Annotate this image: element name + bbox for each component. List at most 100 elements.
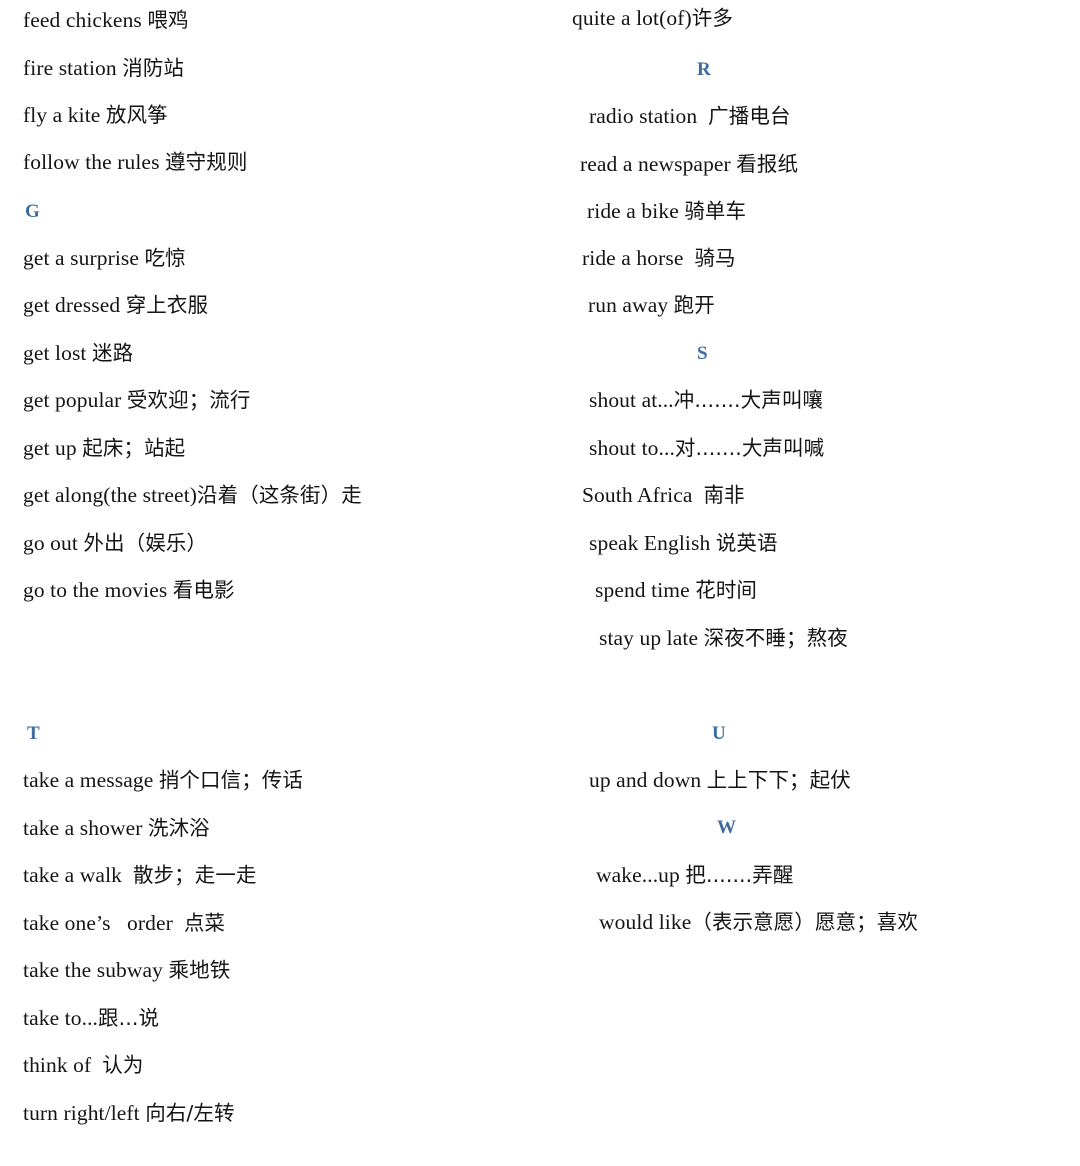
vocab-entry-fly-a-kite: fly a kite 放风筝 bbox=[23, 103, 168, 127]
entry-english: get dressed bbox=[23, 293, 126, 317]
entry-english: fire station bbox=[23, 56, 123, 80]
entry-english: wake...up bbox=[596, 863, 686, 887]
vocab-entry-get-dressed: get dressed 穿上衣服 bbox=[23, 293, 209, 317]
vocab-entry-follow-the-rules: follow the rules 遵守规则 bbox=[23, 150, 248, 174]
vocab-entry-shout-at: shout at...冲.......大声叫嚷 bbox=[589, 388, 824, 412]
entry-english: shout at... bbox=[589, 388, 674, 412]
vocab-entry-take-a-shower: take a shower 洗沐浴 bbox=[23, 816, 210, 840]
entry-chinese: 说英语 bbox=[715, 531, 778, 555]
entry-english: up and down bbox=[589, 768, 707, 792]
entry-english: take a walk bbox=[23, 863, 133, 887]
entry-chinese: 广播电台 bbox=[708, 104, 791, 128]
vocab-entry-take-to: take to...跟...说 bbox=[23, 1006, 159, 1030]
entry-english: follow the rules bbox=[23, 150, 166, 174]
entry-chinese: 骑单车 bbox=[684, 199, 747, 223]
entry-chinese: 跑开 bbox=[673, 293, 715, 317]
entry-chinese: 沿着（这条街）走 bbox=[197, 483, 362, 507]
vocab-entry-feed-chickens: feed chickens 喂鸡 bbox=[23, 8, 189, 32]
entry-english: turn right/left bbox=[23, 1101, 146, 1125]
entry-chinese: 南非 bbox=[703, 483, 745, 507]
entry-chinese: 认为 bbox=[102, 1053, 144, 1077]
entry-english: spend time bbox=[595, 578, 696, 602]
vocab-entry-get-lost: get lost 迷路 bbox=[23, 341, 134, 365]
entry-chinese: 看报纸 bbox=[736, 152, 799, 176]
entry-english: get a surprise bbox=[23, 246, 145, 270]
entry-chinese: 散步；走一走 bbox=[132, 863, 257, 887]
entry-chinese: 对.......大声叫喊 bbox=[674, 436, 825, 460]
entry-chinese: 上上下下；起伏 bbox=[706, 768, 851, 792]
left-column: G T feed chickens 喂鸡 fire station 消防站 fly a… bbox=[0, 0, 540, 1166]
entry-english: radio station bbox=[589, 104, 709, 128]
entry-chinese: 起床；站起 bbox=[82, 436, 186, 460]
entry-english: get lost bbox=[23, 341, 92, 365]
entry-chinese: 喂鸡 bbox=[147, 8, 189, 32]
entry-chinese: 遵守规则 bbox=[165, 150, 248, 174]
section-letter-s: S bbox=[697, 343, 708, 364]
entry-english: think of bbox=[23, 1053, 103, 1077]
entry-chinese: 受欢迎；流行 bbox=[126, 388, 251, 412]
section-letter-t: T bbox=[27, 723, 40, 744]
vocab-entry-take-the-subway: take the subway 乘地铁 bbox=[23, 958, 231, 982]
entry-english: take a shower bbox=[23, 816, 148, 840]
vocab-entry-spend-time: spend time 花时间 bbox=[595, 578, 758, 602]
entry-english: get up bbox=[23, 436, 83, 460]
entry-chinese: 穿上衣服 bbox=[125, 293, 209, 317]
vocab-entry-turn-right-left: turn right/left 向右/左转 bbox=[23, 1101, 235, 1125]
vocab-entry-get-along: get along(the street)沿着（这条街）走 bbox=[23, 483, 362, 507]
vocab-entry-speak-english: speak English 说英语 bbox=[589, 531, 778, 555]
entry-chinese: 冲.......大声叫嚷 bbox=[673, 388, 824, 412]
entry-english: ride a bike bbox=[587, 199, 685, 223]
entry-chinese: 把.......弄醒 bbox=[685, 863, 794, 887]
vocab-entry-take-a-message: take a message 捎个口信；传话 bbox=[23, 769, 303, 792]
entry-chinese: 吃惊 bbox=[144, 246, 186, 270]
entry-chinese: 迷路 bbox=[91, 341, 134, 365]
entry-chinese: 骑马 bbox=[694, 246, 736, 270]
entry-chinese: 乘地铁 bbox=[168, 958, 231, 982]
vocab-entry-would-like: would like（表示意愿）愿意；喜欢 bbox=[599, 910, 918, 934]
entry-chinese: 向右/左转 bbox=[145, 1101, 235, 1125]
entry-chinese: 洗沐浴 bbox=[147, 816, 210, 840]
vocab-entry-up-and-down: up and down 上上下下；起伏 bbox=[589, 768, 851, 792]
entry-chinese: 消防站 bbox=[122, 56, 185, 80]
section-letter-g: G bbox=[25, 201, 41, 222]
entry-english: stay up late bbox=[599, 626, 704, 650]
entry-english: go out bbox=[23, 531, 84, 555]
vocab-entry-take-a-walk: take a walk 散步；走一走 bbox=[23, 863, 257, 887]
vocab-entry-quite-a-lot: quite a lot(of)许多 bbox=[572, 6, 733, 30]
vocab-entry-take-ones-order: take one’s order 点菜 bbox=[23, 911, 226, 935]
vocab-entry-run-away: run away 跑开 bbox=[588, 293, 715, 317]
document-page: G T feed chickens 喂鸡 fire station 消防站 fly a… bbox=[0, 0, 1080, 1166]
entry-english: feed chickens bbox=[23, 8, 148, 32]
entry-english: take to... bbox=[23, 1006, 99, 1030]
vocab-entry-think-of: think of 认为 bbox=[23, 1053, 144, 1077]
entry-chinese: 花时间 bbox=[695, 578, 758, 602]
entry-english: read a newspaper bbox=[580, 152, 737, 176]
entry-english: run away bbox=[588, 293, 674, 317]
entry-english: go to the movies bbox=[23, 578, 173, 602]
entry-english: take the subway bbox=[23, 958, 169, 982]
section-letter-w: W bbox=[717, 817, 737, 838]
vocab-entry-radio-station: radio station 广播电台 bbox=[589, 104, 791, 128]
vocab-entry-read-a-newspaper: read a newspaper 看报纸 bbox=[580, 152, 799, 176]
vocab-entry-south-africa: South Africa 南非 bbox=[582, 483, 745, 507]
entry-english: get popular bbox=[23, 388, 127, 412]
vocab-entry-go-to-the-movies: go to the movies 看电影 bbox=[23, 578, 235, 602]
entry-chinese: 许多 bbox=[691, 6, 733, 30]
entry-chinese: 放风筝 bbox=[105, 103, 168, 127]
entry-chinese: 点菜 bbox=[183, 911, 226, 935]
vocab-entry-get-up: get up 起床；站起 bbox=[23, 436, 186, 460]
right-column: R S U W quite a lot(of)许多 radio station 广播电台… bbox=[540, 0, 1080, 1166]
vocab-entry-ride-a-bike: ride a bike 骑单车 bbox=[587, 199, 747, 223]
vocab-entry-shout-to: shout to...对.......大声叫喊 bbox=[589, 436, 825, 460]
vocab-entry-wake-up: wake...up 把.......弄醒 bbox=[596, 863, 794, 887]
entry-english: quite a lot(of) bbox=[572, 6, 692, 30]
vocab-entry-get-popular: get popular 受欢迎；流行 bbox=[23, 388, 251, 412]
entry-chinese: 看电影 bbox=[172, 578, 235, 602]
entry-english: shout to... bbox=[589, 436, 675, 460]
entry-english: speak English bbox=[589, 531, 716, 555]
vocab-entry-ride-a-horse: ride a horse 骑马 bbox=[582, 246, 736, 270]
entry-chinese: 外出（娱乐） bbox=[83, 531, 208, 555]
vocab-entry-stay-up-late: stay up late 深夜不睡；熬夜 bbox=[599, 626, 848, 650]
vocab-entry-get-a-surprise: get a surprise 吃惊 bbox=[23, 246, 186, 270]
entry-english: would like bbox=[599, 910, 692, 934]
